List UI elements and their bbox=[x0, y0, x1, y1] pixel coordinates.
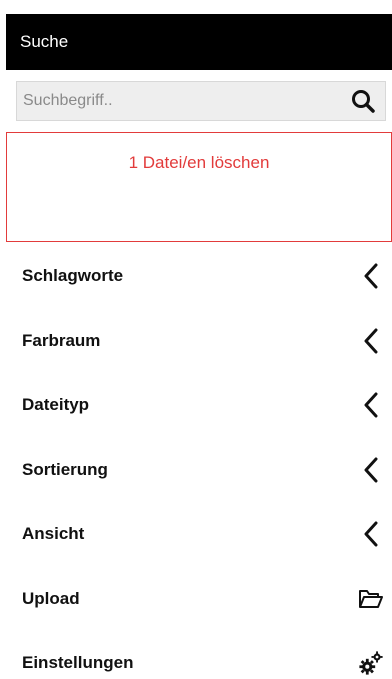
delete-files-text: 1 Datei/en löschen bbox=[128, 153, 270, 172]
menu-item-einstellungen[interactable]: Einstellungen bbox=[0, 631, 392, 679]
header-title: Suche bbox=[20, 32, 69, 51]
menu-item-upload[interactable]: Upload bbox=[0, 567, 392, 632]
gears-icon bbox=[358, 650, 384, 676]
sidebar-menu: Schlagworte Farbraum Dateityp Sortierung… bbox=[0, 244, 392, 679]
menu-item-schlagworte[interactable]: Schlagworte bbox=[0, 244, 392, 309]
search-input[interactable] bbox=[17, 82, 341, 120]
search-icon bbox=[352, 90, 375, 113]
search-sidebar: Suche 1 Datei/en löschen Schlagworte Far… bbox=[0, 0, 392, 679]
search-button[interactable] bbox=[341, 82, 385, 120]
menu-item-ansicht[interactable]: Ansicht bbox=[0, 502, 392, 567]
menu-item-label: Sortierung bbox=[22, 459, 108, 479]
search-bar bbox=[16, 81, 386, 121]
chevron-left-icon bbox=[358, 392, 384, 418]
menu-item-label: Dateityp bbox=[22, 395, 90, 415]
menu-item-label: Farbraum bbox=[22, 330, 101, 350]
menu-item-label: Upload bbox=[22, 588, 80, 608]
delete-files-alert[interactable]: 1 Datei/en löschen bbox=[6, 132, 392, 242]
menu-item-dateityp[interactable]: Dateityp bbox=[0, 373, 392, 438]
chevron-left-icon bbox=[358, 263, 384, 289]
menu-item-sortierung[interactable]: Sortierung bbox=[0, 438, 392, 503]
chevron-left-icon bbox=[358, 328, 384, 354]
menu-item-farbraum[interactable]: Farbraum bbox=[0, 309, 392, 374]
menu-item-label: Ansicht bbox=[22, 524, 85, 544]
menu-item-label: Schlagworte bbox=[22, 266, 124, 286]
menu-item-label: Einstellungen bbox=[22, 653, 134, 673]
folder-open-icon bbox=[358, 586, 384, 612]
chevron-left-icon bbox=[358, 457, 384, 483]
sidebar-header: Suche bbox=[6, 14, 392, 70]
chevron-left-icon bbox=[358, 521, 384, 547]
